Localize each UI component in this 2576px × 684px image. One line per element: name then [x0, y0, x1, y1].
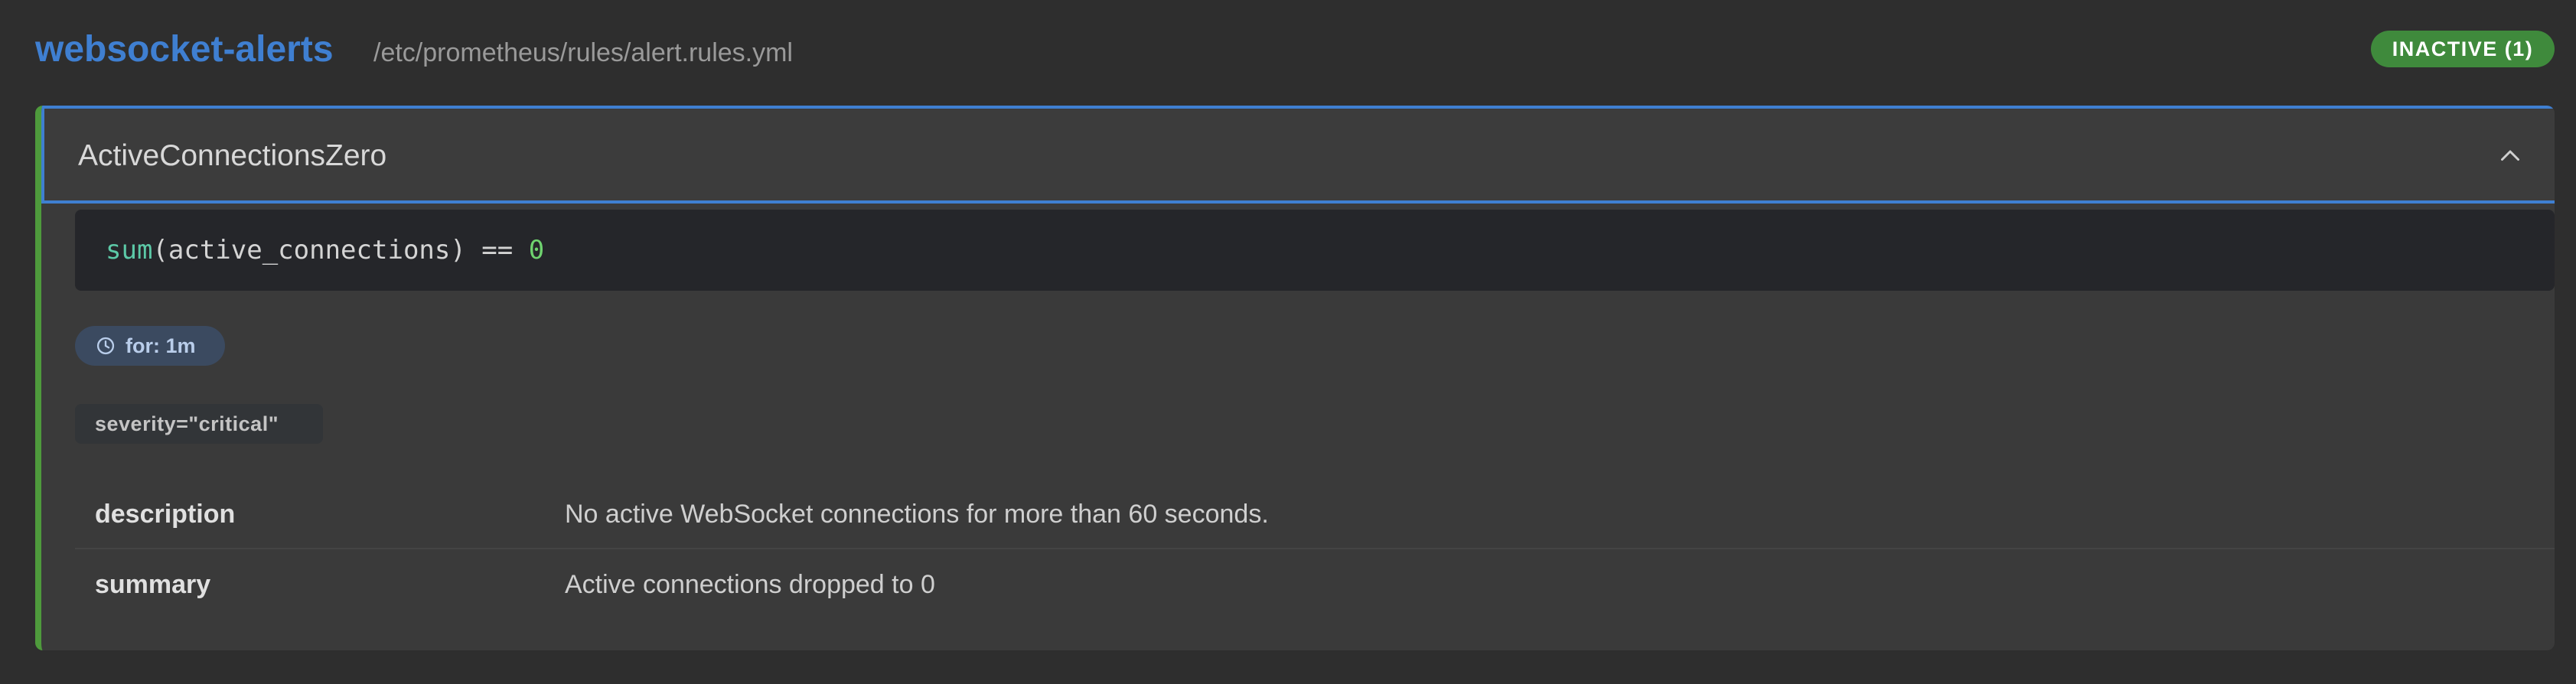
rule-group-header: websocket-alerts /etc/prometheus/rules/a… [0, 0, 2576, 106]
annotation-row: description No active WebSocket connecti… [75, 479, 2555, 549]
rule-group-name[interactable]: websocket-alerts [35, 28, 334, 72]
annotation-value: No active WebSocket connections for more… [565, 500, 1269, 529]
annotation-row: summary Active connections dropped to 0 [75, 549, 2555, 620]
annotations-table: description No active WebSocket connecti… [75, 479, 2555, 620]
alert-expression: sum(active_connections) == 0 [75, 210, 2555, 291]
annotation-key: summary [95, 570, 211, 599]
status-badge: INACTIVE (1) [2371, 31, 2555, 67]
expression-body: (active_connections) == [152, 235, 529, 265]
alert-rule-card: ActiveConnectionsZero sum(active_connect… [35, 106, 2555, 650]
duration-badge: for: 1m [75, 326, 225, 366]
annotation-value: Active connections dropped to 0 [565, 570, 935, 599]
alert-rule-header[interactable]: ActiveConnectionsZero [41, 106, 2555, 204]
alert-rule-name: ActiveConnectionsZero [78, 139, 387, 172]
alert-rules-page: websocket-alerts /etc/prometheus/rules/a… [0, 0, 2576, 684]
clock-icon [96, 337, 115, 355]
rule-file-path: /etc/prometheus/rules/alert.rules.yml [373, 38, 793, 67]
duration-text: for: 1m [126, 334, 196, 357]
expression-function: sum [106, 235, 153, 265]
annotation-key: description [95, 500, 236, 529]
expression-value: 0 [528, 235, 545, 265]
chevron-up-icon[interactable] [2496, 142, 2524, 170]
label-chip: severity="critical" [75, 404, 323, 444]
